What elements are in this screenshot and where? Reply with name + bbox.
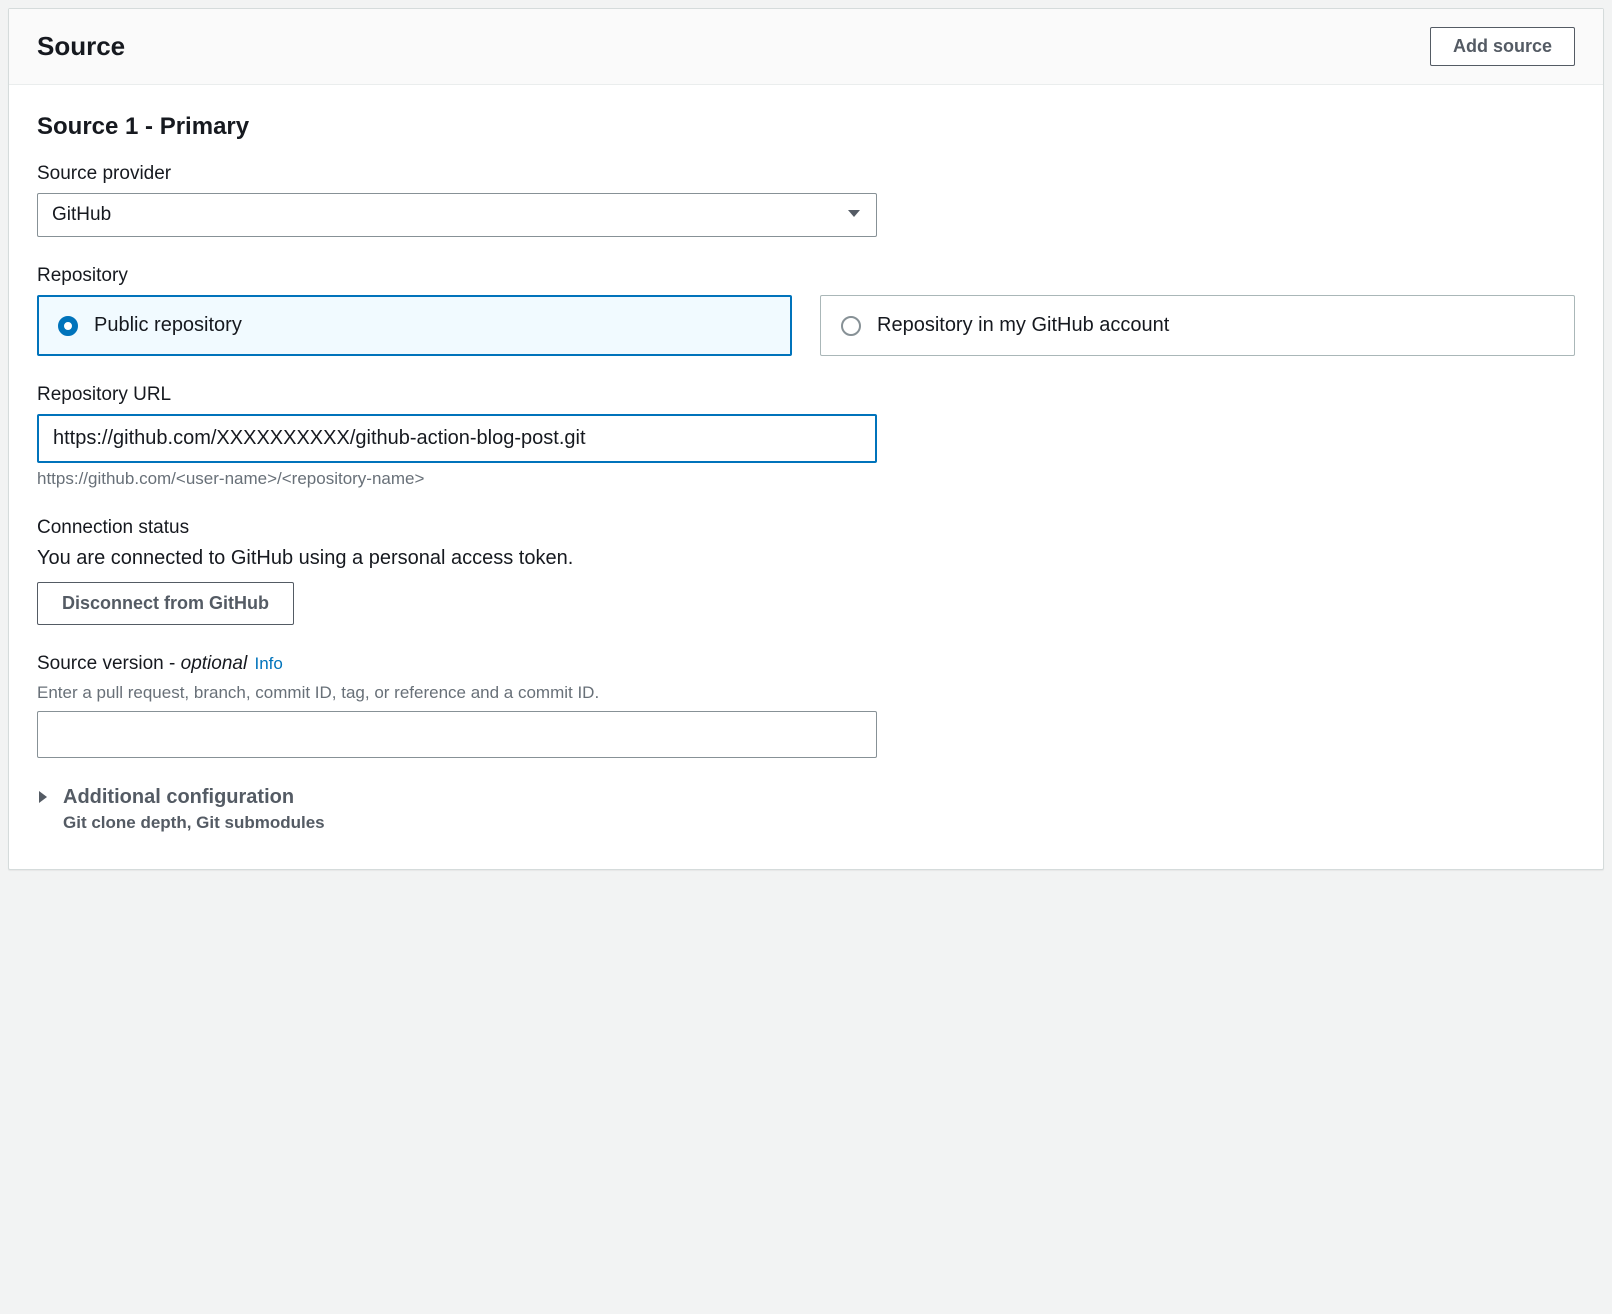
source-provider-value: GitHub xyxy=(52,204,111,226)
connection-status-text: You are connected to GitHub using a pers… xyxy=(37,547,1575,570)
connection-status-group: Connection status You are connected to G… xyxy=(37,517,1575,625)
source-card: Source Add source Source 1 - Primary Sou… xyxy=(8,8,1604,870)
source-version-label: Source version - optional Info xyxy=(37,653,1575,675)
card-body: Source 1 - Primary Source provider GitHu… xyxy=(9,85,1603,869)
repository-url-label: Repository URL xyxy=(37,384,1575,406)
repository-url-group: Repository URL https://github.com/<user-… xyxy=(37,384,1575,489)
connection-status-label: Connection status xyxy=(37,517,1575,539)
radio-public-repository[interactable]: Public repository xyxy=(37,295,792,356)
source-version-hint: Enter a pull request, branch, commit ID,… xyxy=(37,683,1575,703)
source-provider-label: Source provider xyxy=(37,163,1575,185)
repository-url-input[interactable] xyxy=(37,414,877,463)
source-version-label-main: Source version - xyxy=(37,653,181,674)
source-version-input[interactable] xyxy=(37,711,877,758)
source-version-group: Source version - optional Info Enter a p… xyxy=(37,653,1575,758)
section-title: Source 1 - Primary xyxy=(37,113,1575,141)
repository-radio-row: Public repository Repository in my GitHu… xyxy=(37,295,1575,356)
source-provider-group: Source provider GitHub xyxy=(37,163,1575,237)
repository-url-hint: https://github.com/<user-name>/<reposito… xyxy=(37,469,1575,489)
source-provider-select[interactable]: GitHub xyxy=(37,193,877,237)
info-link[interactable]: Info xyxy=(254,654,282,673)
source-version-label-optional: optional xyxy=(181,653,248,674)
add-source-button[interactable]: Add source xyxy=(1430,27,1575,66)
repository-group: Repository Public repository Repository … xyxy=(37,265,1575,356)
chevron-right-icon xyxy=(37,790,49,809)
radio-public-label: Public repository xyxy=(94,314,242,337)
radio-account-repository[interactable]: Repository in my GitHub account xyxy=(820,295,1575,356)
disconnect-github-button[interactable]: Disconnect from GitHub xyxy=(37,582,294,625)
radio-unselected-icon xyxy=(841,316,861,336)
additional-configuration-toggle[interactable]: Additional configuration Git clone depth… xyxy=(37,786,1575,833)
repository-label: Repository xyxy=(37,265,1575,287)
radio-selected-icon xyxy=(58,316,78,336)
radio-account-label: Repository in my GitHub account xyxy=(877,314,1169,337)
card-title: Source xyxy=(37,31,125,62)
card-header: Source Add source xyxy=(9,9,1603,85)
additional-config-title: Additional configuration xyxy=(63,786,325,809)
additional-config-subtitle: Git clone depth, Git submodules xyxy=(63,813,325,833)
